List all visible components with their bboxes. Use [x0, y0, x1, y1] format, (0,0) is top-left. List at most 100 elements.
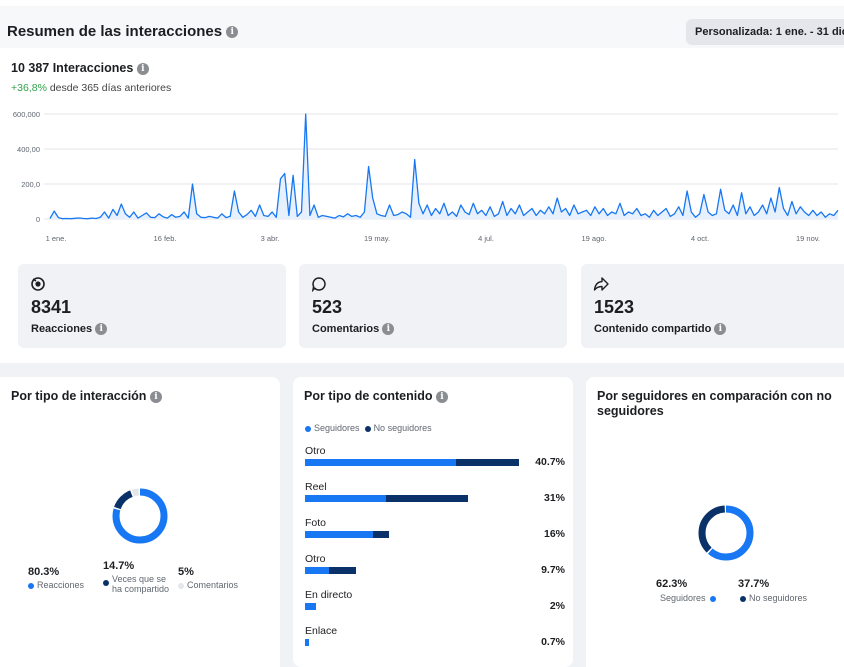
- y-tick-label: 400,00: [17, 145, 40, 154]
- y-tick-label: 600,000: [13, 110, 40, 119]
- info-icon[interactable]: i: [149, 390, 162, 403]
- card-title: Por seguidores en comparación con no seg…: [597, 389, 832, 418]
- bar-no-seguidores: [455, 459, 519, 466]
- card-title: Por tipo de interacción i: [11, 389, 162, 404]
- bar-label: Reel: [305, 481, 327, 493]
- bar-track: [305, 567, 356, 574]
- content-bar-row[interactable]: Otro 40.7%: [305, 445, 565, 475]
- overview-panel: Resumen de las interacciones i Personali…: [0, 0, 844, 363]
- interaction-donut-chart: [112, 488, 168, 544]
- bar-value: 0.7%: [541, 636, 565, 648]
- bar-track: [305, 639, 309, 646]
- shares-label-text: Contenido compartido: [594, 323, 712, 335]
- info-icon[interactable]: i: [714, 323, 727, 336]
- legend-label: No seguidores: [373, 423, 432, 433]
- reactions-pct: 80.3%: [28, 566, 60, 578]
- reactions-icon: [31, 277, 45, 291]
- bar-label: Otro: [305, 553, 326, 565]
- reactions-label-text: Reacciones: [31, 323, 93, 335]
- comments-label-text: Comentarios: [312, 323, 380, 335]
- comments-pct: 5%: [178, 566, 194, 578]
- page-title-text: Resumen de las interacciones: [7, 23, 223, 40]
- change-percentage: +36,8%: [11, 82, 47, 94]
- bar-label: Foto: [305, 517, 327, 529]
- content-bar-row[interactable]: En directo 2%: [305, 589, 565, 619]
- x-tick-label: 4 jul.: [478, 234, 494, 243]
- legend-label: Seguidores: [660, 593, 706, 603]
- x-tick-label: 4 oct.: [691, 234, 709, 243]
- bar-track: [305, 603, 316, 610]
- page-title: Resumen de las interacciones i: [7, 23, 239, 40]
- bar-value: 2%: [549, 600, 565, 612]
- info-icon[interactable]: i: [95, 323, 108, 336]
- content-bar-row[interactable]: Reel 31%: [305, 481, 565, 511]
- legend-dot: [364, 425, 371, 432]
- interaction-type-card: Por tipo de interacción i 80.3% Reaccion…: [0, 377, 280, 667]
- bar-label: Otro: [305, 445, 326, 457]
- bar-seguidores: [305, 567, 329, 574]
- metric-card-shares: 1523 Contenido compartido i: [581, 264, 844, 348]
- date-range-button[interactable]: Personalizada: 1 ene. - 31 dic.: [686, 19, 844, 45]
- x-tick-label: 19 ago.: [581, 234, 606, 243]
- comments-legend: Comentarios: [178, 580, 238, 590]
- change-indicator: +36,8% desde 365 días anteriores: [11, 82, 171, 94]
- bar-value: 31%: [543, 492, 565, 504]
- reactions-label: Reacciones i: [31, 323, 108, 336]
- bar-seguidores: [305, 603, 316, 610]
- bar-value: 40.7%: [535, 456, 565, 468]
- bar-label: En directo: [305, 589, 353, 601]
- bar-seguidores: [305, 459, 456, 466]
- legend-dot: [740, 595, 746, 602]
- non-followers-legend: No seguidores: [740, 593, 807, 603]
- bar-no-seguidores: [386, 495, 468, 502]
- total-interactions-text: 10 387 Interacciones: [11, 61, 134, 75]
- bar-no-seguidores: [373, 531, 390, 538]
- legend-dot: [103, 580, 109, 586]
- share-icon: [593, 277, 609, 291]
- followers-legend: Seguidores: [660, 593, 719, 603]
- content-bar-row[interactable]: Enlace 0.7%: [305, 625, 565, 655]
- legend-dot: [28, 582, 34, 589]
- legend-label: No seguidores: [749, 593, 808, 603]
- info-icon[interactable]: i: [226, 26, 239, 39]
- followers-card: Por seguidores en comparación con no seg…: [586, 377, 844, 667]
- legend-label: Veces que se ha compartido: [112, 574, 170, 594]
- followers-pct: 62.3%: [656, 578, 688, 590]
- change-text: desde 365 días anteriores: [46, 82, 172, 94]
- info-icon[interactable]: i: [435, 390, 448, 403]
- x-tick-label: 1 ene.: [46, 234, 67, 243]
- bar-seguidores: [305, 531, 374, 538]
- info-icon[interactable]: i: [382, 323, 395, 336]
- bar-no-seguidores: [328, 567, 356, 574]
- bar-seguidores: [305, 495, 387, 502]
- bar-track: [305, 531, 390, 538]
- comments-label: Comentarios i: [312, 323, 395, 336]
- content-bar-row[interactable]: Foto 16%: [305, 517, 565, 547]
- non-followers-pct: 37.7%: [738, 578, 770, 590]
- shares-value: 1523: [594, 297, 635, 317]
- x-tick-label: 3 abr.: [261, 234, 280, 243]
- followers-donut-chart: [698, 505, 754, 561]
- content-legend: Seguidores No seguidores: [305, 423, 432, 433]
- content-bar-row[interactable]: Otro 9.7%: [305, 553, 565, 583]
- total-interactions: 10 387 Interacciones i: [11, 61, 149, 75]
- x-tick-label: 16 feb.: [154, 234, 177, 243]
- legend-dot: [178, 582, 184, 589]
- metric-card-reactions: 8341 Reacciones i: [18, 264, 286, 348]
- bar-value: 9.7%: [541, 564, 565, 576]
- bar-track: [305, 459, 519, 466]
- interactions-line-chart: 600,000 400,00 200,0 0 1 ene. 16 feb. 3 abr. 19…: [13, 110, 839, 243]
- legend-label: Seguidores: [314, 423, 360, 433]
- legend-dot: [710, 595, 717, 602]
- info-icon[interactable]: i: [136, 62, 149, 75]
- y-tick-label: 200,0: [21, 180, 40, 189]
- metric-card-comments: 523 Comentarios i: [299, 264, 567, 348]
- card-title: Por tipo de contenido i: [304, 389, 448, 404]
- shares-label: Contenido compartido i: [594, 323, 727, 336]
- bar-value: 16%: [543, 528, 565, 540]
- x-tick-label: 19 nov.: [796, 234, 820, 243]
- x-tick-label: 19 may.: [364, 234, 390, 243]
- legend-label: Reacciones: [37, 580, 85, 590]
- content-type-card: Por tipo de contenido i Seguidores No se…: [293, 377, 573, 667]
- overview-header: Resumen de las interacciones i Personali…: [0, 6, 844, 48]
